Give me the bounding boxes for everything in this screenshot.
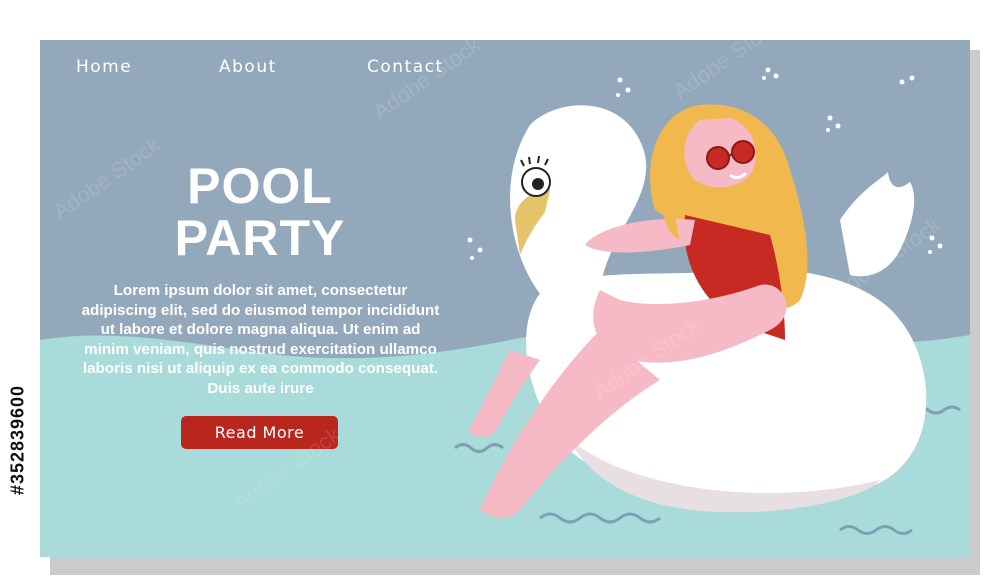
watermark-overlay: Adobe Stock Adobe Stock Adobe Stock Adob…	[49, 40, 946, 514]
svg-text:Adobe Stock: Adobe Stock	[229, 421, 346, 514]
stock-id-caption: #352839600	[8, 340, 28, 540]
svg-text:Adobe Stock: Adobe Stock	[669, 40, 786, 104]
stock-id-text: #352839600	[7, 384, 28, 496]
svg-text:Adobe Stock: Adobe Stock	[589, 311, 706, 404]
svg-text:Adobe Stock: Adobe Stock	[829, 211, 946, 304]
landing-card: Home About Contact POOL PARTY Lorem ipsu…	[40, 40, 970, 557]
svg-text:Adobe Stock: Adobe Stock	[49, 131, 166, 224]
svg-text:Adobe Stock: Adobe Stock	[369, 40, 486, 124]
